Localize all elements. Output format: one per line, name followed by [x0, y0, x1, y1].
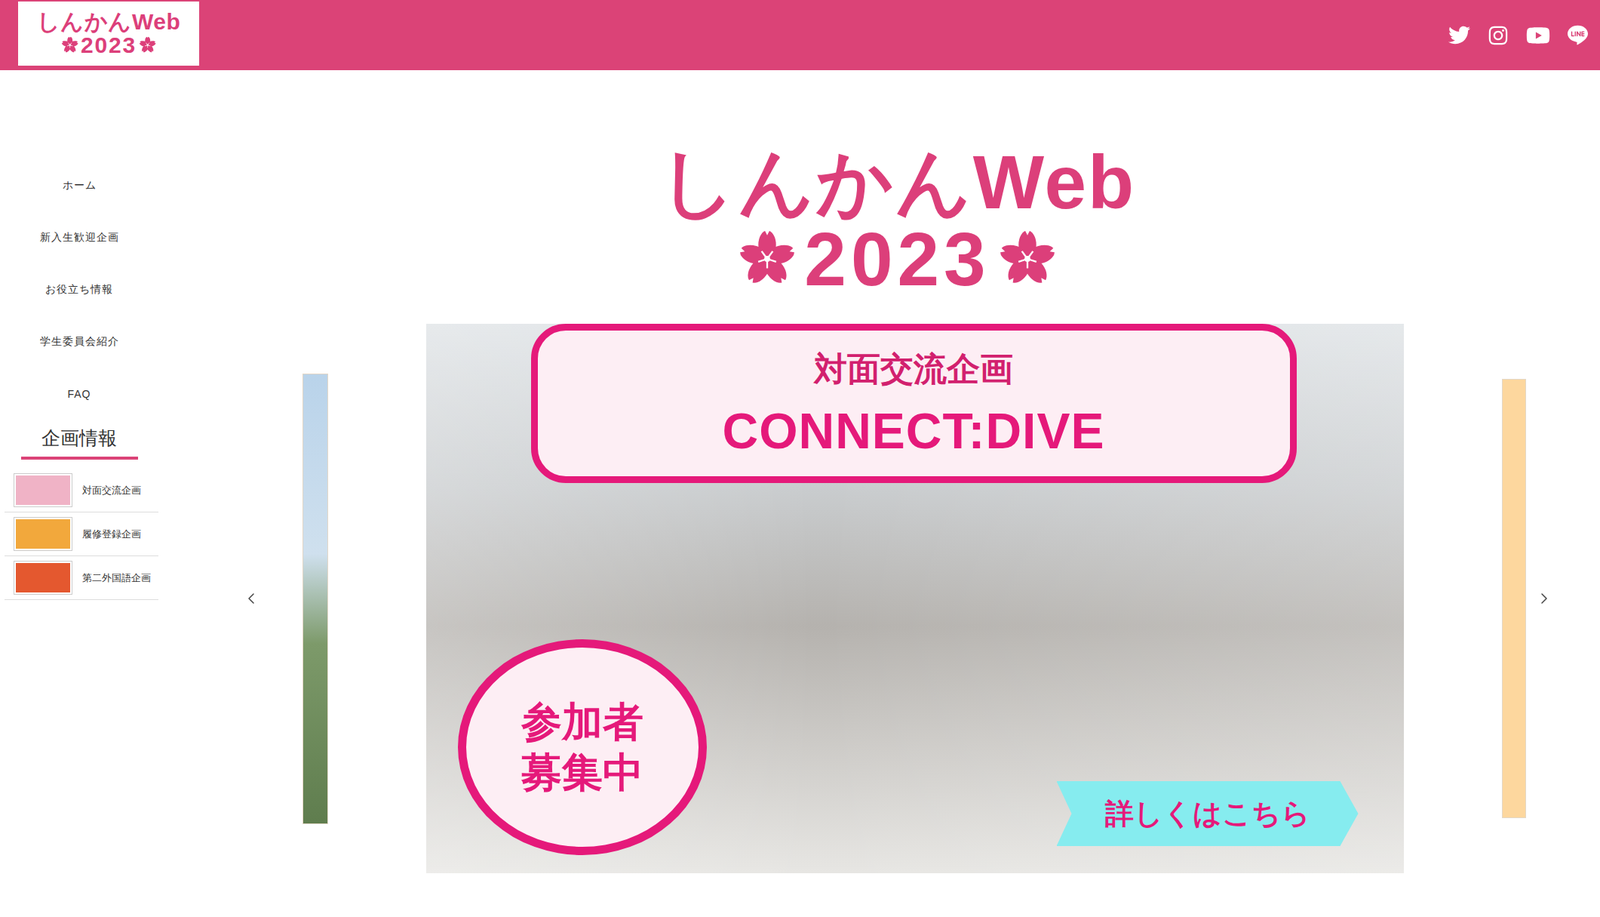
- nav-row: ホーム: [0, 159, 159, 212]
- logo-title: しんかんWeb: [659, 144, 1136, 220]
- event-thumbnail: [14, 473, 72, 507]
- slide-banner: 対面交流企画 CONNECT:DIVE: [531, 323, 1297, 483]
- badge-line: 募集中: [521, 746, 644, 799]
- nav-row: お役立ち情報: [0, 263, 159, 316]
- header-logo[interactable]: しんかんWeb2023: [36, 10, 182, 57]
- logo-title: しんかんWeb: [36, 10, 182, 34]
- event-label: 対面交流企画: [82, 483, 142, 498]
- hero-logo[interactable]: しんかんWeb2023: [659, 144, 1136, 297]
- event-item[interactable]: 対面交流企画: [4, 468, 159, 513]
- details-button[interactable]: 詳しくはこちら: [1056, 780, 1359, 846]
- header-logo-box: しんかんWeb2023: [18, 1, 200, 66]
- nav-row: FAQ: [0, 367, 159, 420]
- event-thumbnail: [14, 517, 72, 550]
- page: しんかんWeb2023ホーム新入生歓迎企画お役立ち情報学生委員会紹介FAQ企画情…: [0, 0, 1600, 917]
- previous-slide-peek[interactable]: [302, 373, 329, 824]
- cherry-blossom-icon: [998, 229, 1057, 289]
- sidebar: ホーム新入生歓迎企画お役立ち情報学生委員会紹介 FAQ 企画情報対面交流企画履修登録…: [0, 70, 159, 917]
- social-links: [1448, 23, 1588, 48]
- slide-badge: 参加者募集中: [457, 638, 707, 855]
- chevron-right-icon: [1535, 586, 1554, 611]
- youtube-icon: [1526, 23, 1551, 48]
- nav-item[interactable]: 学生委員会紹介: [39, 334, 120, 349]
- twitter-icon: [1448, 24, 1471, 47]
- current-slide[interactable]: 対面交流企画 CONNECT:DIVE 参加者募集中詳しくはこちら: [426, 323, 1404, 873]
- event-thumbnail: [14, 561, 72, 594]
- cherry-blossom-icon: [61, 36, 79, 54]
- carousel: 対面交流企画 CONNECT:DIVE 参加者募集中詳しくはこちら: [242, 323, 1554, 873]
- event-item[interactable]: 第二外国語企画: [4, 555, 159, 600]
- twitter-link[interactable]: [1448, 24, 1471, 47]
- prev-button[interactable]: [242, 583, 261, 614]
- nav-item[interactable]: 新入生歓迎企画: [39, 230, 120, 245]
- event-label: 履修登録企画: [82, 527, 142, 541]
- next-slide-peek[interactable]: [1501, 378, 1527, 818]
- line-icon: [1567, 24, 1588, 46]
- slide-subtitle: 対面交流企画: [813, 347, 1014, 392]
- nav-item[interactable]: ホーム: [62, 178, 97, 193]
- chevron-left-icon: [242, 586, 261, 611]
- line-link[interactable]: [1567, 24, 1588, 46]
- instagram-icon: [1487, 24, 1509, 47]
- logo-year: 2023: [80, 33, 137, 57]
- event-item[interactable]: 履修登録企画: [4, 512, 159, 556]
- cherry-blossom-icon: [138, 36, 157, 54]
- cherry-blossom-icon: [737, 229, 797, 289]
- nav-row: 学生委員会紹介: [0, 315, 159, 368]
- event-label: 第二外国語企画: [82, 571, 151, 585]
- header: しんかんWeb2023: [0, 0, 1600, 71]
- main: しんかんWeb2023 対面交流企画 CONNECT:DIVE 参加者募集中詳しくはこ…: [158, 70, 1600, 917]
- badge-line: 参加者: [521, 696, 644, 748]
- nav-row: 新入生歓迎企画: [0, 211, 159, 264]
- nav-item[interactable]: FAQ: [67, 387, 91, 400]
- events-heading: 企画情報: [21, 425, 139, 460]
- nav-item[interactable]: お役立ち情報: [45, 282, 114, 297]
- nav-list: ホーム新入生歓迎企画お役立ち情報学生委員会紹介 FAQ: [0, 159, 159, 420]
- youtube-link[interactable]: [1526, 23, 1551, 48]
- slide-title: CONNECT:DIVE: [721, 402, 1105, 460]
- instagram-link[interactable]: [1487, 24, 1509, 47]
- logo-year: 2023: [804, 221, 990, 297]
- next-button[interactable]: [1535, 583, 1554, 614]
